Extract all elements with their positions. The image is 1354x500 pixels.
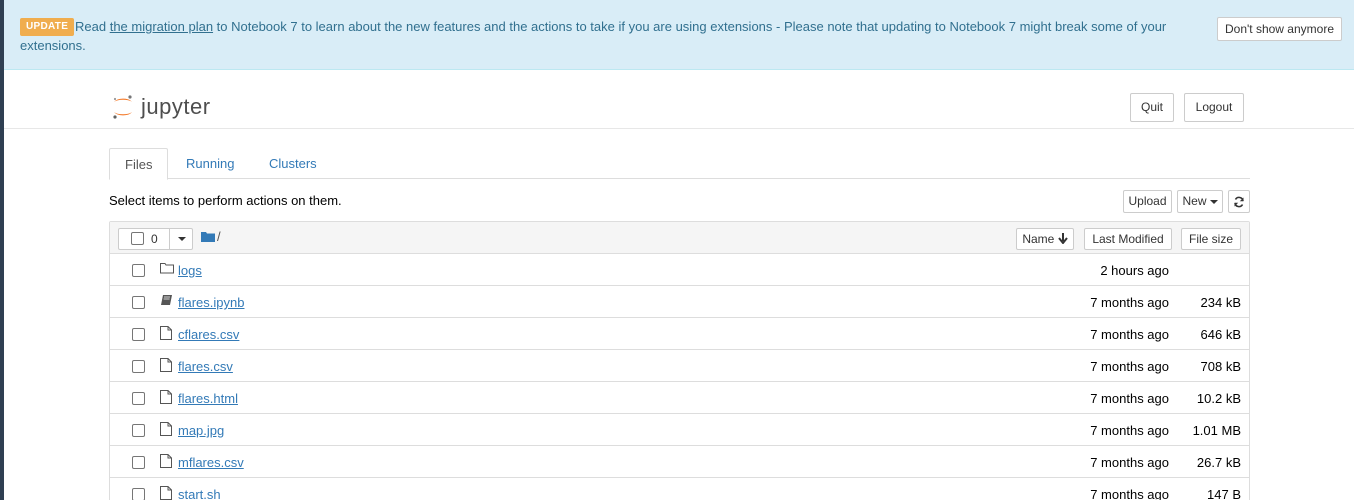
file-size: 10.2 kB [1196, 391, 1241, 406]
logo-text: jupyter [141, 94, 211, 119]
file-size: 646 kB [1200, 327, 1241, 342]
item-checkbox[interactable] [132, 424, 145, 437]
file-icon [160, 390, 172, 404]
file-size: 1.01 MB [1192, 423, 1241, 438]
file-link[interactable]: logs [178, 263, 202, 278]
modified-time: 2 hours ago [1100, 263, 1169, 278]
tab-clusters[interactable]: Clusters [254, 148, 332, 179]
new-label: New [1182, 194, 1207, 208]
file-link[interactable]: flares.ipynb [178, 295, 244, 310]
item-checkbox[interactable] [132, 392, 145, 405]
file-list: 0 / Name Last Modified File size logs 2 … [109, 221, 1250, 500]
header: jupyter Quit Logout [4, 70, 1354, 129]
select-dropdown-toggle[interactable] [169, 228, 193, 250]
sort-by-name-button[interactable]: Name [1016, 228, 1074, 250]
jupyter-logo-icon [113, 95, 132, 119]
file-link[interactable]: cflares.csv [178, 327, 239, 342]
select-hint: Select items to perform actions on them. [109, 193, 342, 208]
list-item: map.jpg 7 months ago 1.01 MB [110, 414, 1249, 446]
banner-text-before: Read [75, 19, 110, 34]
file-icon [160, 422, 172, 436]
new-button[interactable]: New [1177, 190, 1223, 213]
file-link[interactable]: flares.csv [178, 359, 233, 374]
modified-time: 7 months ago [1090, 295, 1169, 310]
notebook-icon [161, 295, 172, 305]
list-item: logs 2 hours ago [110, 254, 1249, 286]
tab-running[interactable]: Running [171, 148, 249, 179]
sort-by-modified-button[interactable]: Last Modified [1084, 228, 1172, 250]
list-item: flares.ipynb 7 months ago 234 kB [110, 286, 1249, 318]
select-all-group: 0 [118, 228, 193, 250]
list-item: cflares.csv 7 months ago 646 kB [110, 318, 1249, 350]
banner-message: Read the migration plan to Notebook 7 to… [20, 17, 1190, 55]
file-icon [160, 358, 172, 372]
chevron-down-icon [1209, 199, 1218, 204]
migration-plan-link[interactable]: the migration plan [110, 19, 213, 34]
list-item: start.sh 7 months ago 147 B [110, 478, 1249, 500]
refresh-button[interactable] [1228, 190, 1250, 213]
item-checkbox[interactable] [132, 328, 145, 341]
file-size: 26.7 kB [1196, 455, 1241, 470]
select-all-checkbox[interactable] [131, 232, 144, 245]
list-item: flares.csv 7 months ago 708 kB [110, 350, 1249, 382]
file-list-header: 0 / Name Last Modified File size [110, 222, 1249, 254]
update-banner: Read the migration plan to Notebook 7 to… [4, 0, 1354, 70]
list-item: flares.html 7 months ago 10.2 kB [110, 382, 1249, 414]
col-name-label: Name [1022, 232, 1055, 246]
file-icon [160, 326, 172, 340]
logout-button[interactable]: Logout [1184, 93, 1244, 122]
file-icon [160, 486, 172, 500]
jupyter-logo[interactable]: jupyter [111, 92, 211, 122]
tab-files[interactable]: Files [109, 148, 169, 180]
selected-count: 0 [151, 232, 158, 246]
list-item: mflares.csv 7 months ago 26.7 kB [110, 446, 1249, 478]
file-size: 147 B [1207, 487, 1241, 500]
item-checkbox[interactable] [132, 488, 145, 500]
chevron-down-icon [177, 236, 186, 241]
file-link[interactable]: map.jpg [178, 423, 224, 438]
arrow-down-icon [1057, 233, 1068, 245]
item-checkbox[interactable] [132, 456, 145, 469]
breadcrumb-path: / [217, 229, 221, 244]
item-checkbox[interactable] [132, 264, 145, 277]
sort-by-size-button[interactable]: File size [1181, 228, 1241, 250]
file-link[interactable]: flares.html [178, 391, 238, 406]
modified-time: 7 months ago [1090, 455, 1169, 470]
dont-show-anymore-button[interactable]: Don't show anymore [1217, 17, 1342, 41]
tab-bar: Files Running Clusters [109, 148, 1250, 180]
modified-time: 7 months ago [1090, 423, 1169, 438]
file-link[interactable]: start.sh [178, 487, 221, 500]
update-badge: UPDATE [20, 18, 75, 36]
quit-button[interactable]: Quit [1130, 93, 1174, 122]
folder-outline-icon [160, 263, 174, 274]
item-checkbox[interactable] [132, 296, 145, 309]
modified-time: 7 months ago [1090, 487, 1169, 500]
modified-time: 7 months ago [1090, 327, 1169, 342]
file-icon [160, 454, 172, 468]
file-link[interactable]: mflares.csv [178, 455, 244, 470]
upload-button[interactable]: Upload [1123, 190, 1172, 213]
file-size: 234 kB [1200, 295, 1241, 310]
folder-icon[interactable] [201, 231, 215, 242]
item-checkbox[interactable] [132, 360, 145, 373]
file-size: 708 kB [1200, 359, 1241, 374]
refresh-icon [1234, 196, 1244, 208]
modified-time: 7 months ago [1090, 391, 1169, 406]
modified-time: 7 months ago [1090, 359, 1169, 374]
